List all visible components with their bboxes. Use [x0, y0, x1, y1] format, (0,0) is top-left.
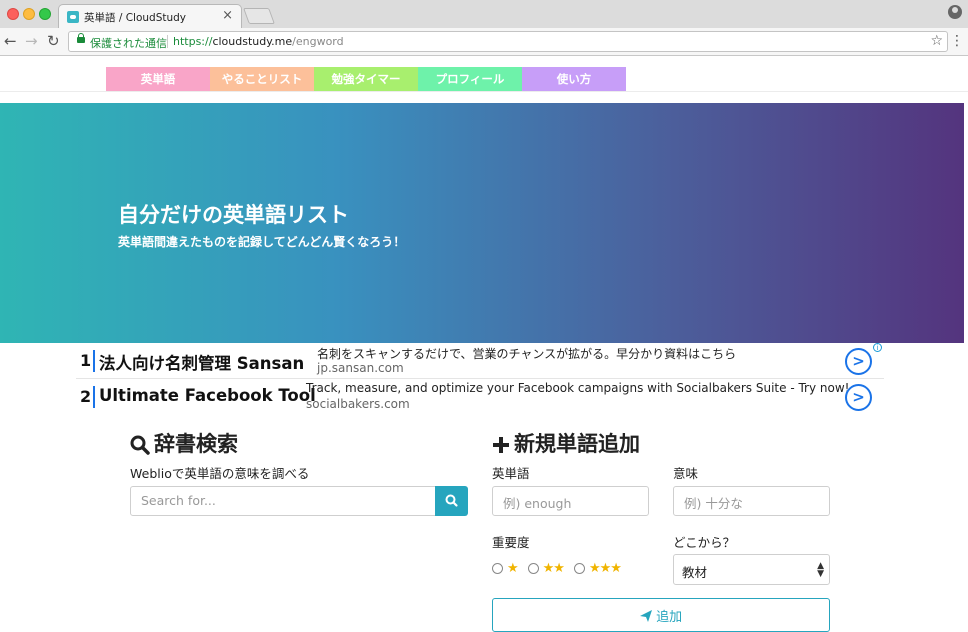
browser-menu-icon[interactable]: ⋮ [950, 33, 964, 49]
hero-banner: 自分だけの英単語リスト 英単語間違えたものを記録してどんどん賢くなろう！ [0, 103, 964, 343]
url-text[interactable]: https://cloudstudy.me/engword [173, 35, 344, 48]
star-icon: ★★ [542, 561, 565, 576]
url-host: cloudstudy.me [212, 35, 293, 48]
url-path: /engword [292, 35, 344, 48]
importance-label: 重要度 [492, 535, 530, 550]
address-divider [167, 35, 168, 48]
source-label: どこから？ [673, 535, 736, 550]
nav-divider [0, 91, 968, 92]
new-word-section-heading: 新規単語追加 [492, 428, 640, 458]
back-arrow-icon[interactable]: ← [4, 32, 17, 50]
nav-item-how-to-use[interactable]: 使い方 [522, 67, 626, 91]
importance-radio-1[interactable] [492, 563, 503, 574]
bookmark-star-icon[interactable]: ☆ [930, 33, 943, 49]
importance-radio-2[interactable] [527, 563, 539, 574]
minimize-window-button[interactable] [23, 8, 35, 20]
nav-item-profile[interactable]: プロフィール [418, 67, 522, 91]
ad-info-icon[interactable]: i [873, 343, 882, 352]
ad-row[interactable]: 2 Ultimate Facebook Tool Track, measure,… [76, 380, 884, 415]
ad-number: 1 [80, 351, 92, 370]
lock-icon [77, 33, 85, 43]
ad-site[interactable]: jp.sansan.com [317, 361, 404, 375]
plus-icon [493, 437, 509, 453]
ad-number: 2 [80, 387, 92, 406]
nav-item-english-words[interactable]: 英単語 [106, 67, 210, 91]
browser-tabstrip: 英単語 / CloudStudy × [0, 0, 968, 28]
cloudstudy-favicon-icon [67, 11, 79, 23]
word-label: 英単語 [492, 466, 530, 481]
nav-item-todo-list[interactable]: やることリスト [210, 67, 314, 91]
hero-subtitle: 英単語間違えたものを記録してどんどん賢くなろう！ [118, 235, 406, 249]
close-window-button[interactable] [7, 8, 19, 20]
url-scheme: https:// [173, 35, 213, 48]
reload-icon[interactable]: ↻ [47, 32, 60, 50]
importance-radio-3[interactable] [573, 563, 585, 574]
profile-icon[interactable] [948, 5, 962, 19]
address-bar[interactable]: 保護された通信 https://cloudstudy.me/engword ☆ [68, 31, 948, 52]
ad-site[interactable]: socialbakers.com [306, 397, 410, 411]
meaning-input[interactable]: 例) 十分な [673, 486, 830, 516]
maximize-window-button[interactable] [39, 8, 51, 20]
tab-title: 英単語 / CloudStudy [84, 12, 187, 24]
hero-title: 自分だけの英単語リスト [118, 203, 349, 227]
search-description: Weblioで英単語の意味を調べる [130, 466, 310, 481]
site-navigation: 英単語 やることリスト 勉強タイマー プロフィール 使い方 [106, 67, 626, 91]
ad-divider [93, 386, 95, 408]
ad-divider [93, 350, 95, 372]
search-section-title: 辞書検索 [154, 432, 238, 456]
ad-title[interactable]: Ultimate Facebook Tool [99, 386, 316, 405]
add-word-button[interactable]: 追加 [492, 598, 830, 632]
star-icon: ★ [507, 561, 519, 576]
browser-tab-active[interactable]: 英単語 / CloudStudy × [58, 4, 242, 28]
ad-description[interactable]: Track, measure, and optimize your Facebo… [306, 381, 849, 395]
tab-close-icon[interactable]: × [222, 8, 233, 23]
source-select-value: 教材 [682, 565, 708, 580]
ad-chevron-right-icon[interactable]: > [845, 348, 872, 375]
ad-description[interactable]: 名刺をスキャンするだけで、営業のチャンスが拡がる。早分かり資料はこちら [317, 345, 736, 362]
search-icon [445, 494, 458, 507]
importance-radio-group: ★ ★★ ★★★ [492, 561, 631, 576]
meaning-label: 意味 [673, 466, 699, 481]
ad-title[interactable]: 法人向け名刺管理 Sansan [99, 350, 304, 374]
browser-toolbar: ← → ↻ 保護された通信 https://cloudstudy.me/engw… [0, 28, 968, 56]
ad-chevron-right-icon[interactable]: > [845, 384, 872, 411]
nav-item-study-timer[interactable]: 勉強タイマー [314, 67, 418, 91]
secure-connection-label: 保護された通信 [90, 37, 167, 50]
source-select[interactable]: 教材 ▲ ▼ [673, 554, 830, 585]
star-icon: ★★★ [588, 561, 622, 576]
search-input[interactable]: Search for... [130, 486, 436, 516]
ad-row[interactable]: 1 法人向け名刺管理 Sansan 名刺をスキャンするだけで、営業のチャンスが拡… [76, 343, 884, 379]
search-button[interactable] [435, 486, 468, 516]
search-icon [130, 435, 150, 455]
new-tab-button[interactable] [243, 8, 275, 24]
word-input[interactable]: 例) enough [492, 486, 649, 516]
paper-plane-icon [639, 610, 652, 622]
new-word-section-title: 新規単語追加 [514, 432, 640, 456]
search-section-heading: 辞書検索 [130, 428, 238, 458]
forward-arrow-icon[interactable]: → [25, 32, 38, 50]
main-content: 辞書検索 Weblioで英単語の意味を調べる Search for... 新規単… [118, 416, 842, 632]
select-caret-icon: ▲ ▼ [817, 561, 824, 579]
